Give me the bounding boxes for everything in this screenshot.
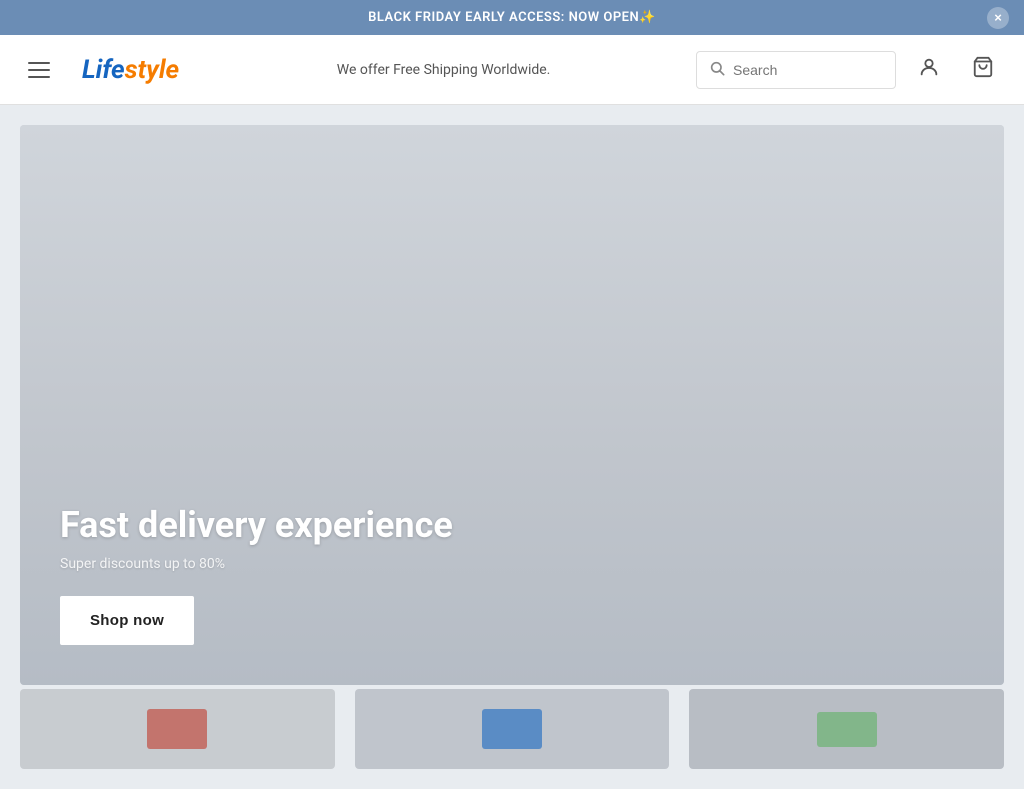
main-content: Fast delivery experience Super discounts… [0,105,1024,789]
user-icon [918,56,940,84]
cart-button[interactable] [962,46,1004,94]
search-icon [709,60,725,80]
hamburger-line-3 [28,76,50,78]
hamburger-line-2 [28,69,50,71]
hero-banner: Fast delivery experience Super discounts… [20,125,1004,685]
product-thumbnail-3[interactable] [689,689,1004,769]
product-thumbnail-2[interactable] [355,689,670,769]
shipping-banner: We offer Free Shipping Worldwide. [203,50,684,90]
shipping-text: We offer Free Shipping Worldwide. [337,62,551,78]
close-icon: × [994,10,1002,25]
announcement-text: BLACK FRIDAY EARLY ACCESS: NOW OPEN✨ [368,10,656,25]
hamburger-menu-button[interactable] [20,54,58,86]
product-thumbnail-1[interactable] [20,689,335,769]
announcement-bar: BLACK FRIDAY EARLY ACCESS: NOW OPEN✨ × [0,0,1024,35]
search-input[interactable] [733,62,883,78]
search-box[interactable] [696,51,896,89]
logo[interactable]: Lifestyle [70,55,191,85]
cart-icon [972,56,994,84]
product-thumbnails [20,689,1004,769]
hamburger-line-1 [28,62,50,64]
header: Lifestyle We offer Free Shipping Worldwi… [0,35,1024,105]
hero-subtitle: Super discounts up to 80% [60,556,453,572]
hero-title: Fast delivery experience [60,504,453,546]
user-account-button[interactable] [908,46,950,94]
hero-content: Fast delivery experience Super discounts… [60,504,453,645]
logo-text: Lifestyle [82,55,179,85]
announcement-close-button[interactable]: × [987,7,1009,29]
shop-now-button[interactable]: Shop now [60,596,194,645]
